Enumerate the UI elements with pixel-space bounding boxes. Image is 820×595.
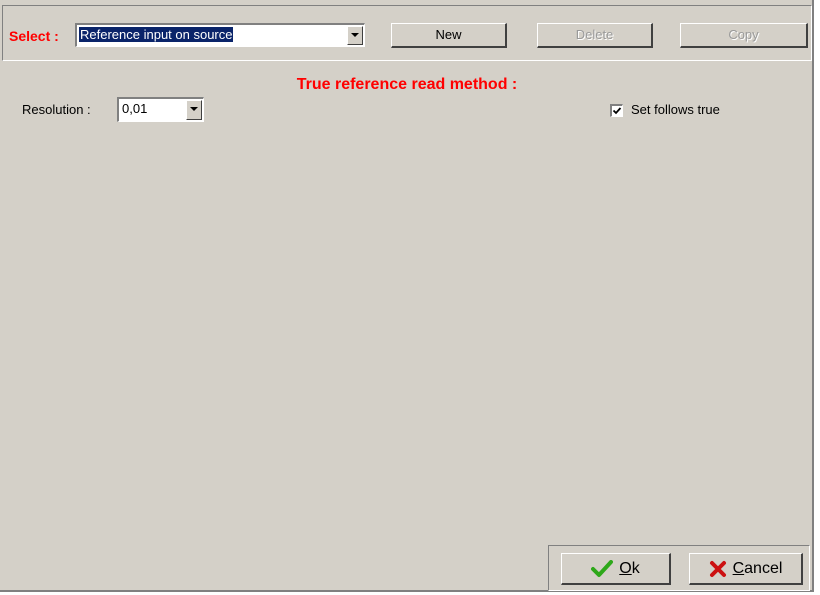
page-title: True reference read method : [296,76,518,93]
checkmark-icon [591,559,614,577]
chevron-down-icon[interactable] [186,100,202,120]
ok-button-label: Ok [619,559,640,577]
delete-button[interactable]: Delete [537,23,653,48]
set-follows-true-label: Set follows true [631,102,720,117]
close-icon [709,560,726,577]
select-label: Select : [9,28,59,44]
select-value: Reference input on source [79,27,234,42]
new-button[interactable]: New [391,23,507,48]
cancel-button[interactable]: Cancel [689,553,803,585]
toolbar: Select : Reference input on source New D… [2,5,812,61]
dialog-window: Select : Reference input on source New D… [0,0,814,592]
ok-button[interactable]: Ok [561,553,671,585]
delete-button-label: Delete [575,27,614,42]
resolution-label: Resolution : [22,102,91,117]
footer-button-group: Ok Cancel [548,545,810,591]
set-follows-true-checkbox[interactable] [610,104,623,117]
copy-button-label: Copy [728,27,759,42]
resolution-value: 0,01 [122,101,148,116]
checkmark-icon [612,107,622,115]
chevron-down-icon[interactable] [347,26,363,45]
select-dropdown[interactable]: Reference input on source [75,23,365,47]
copy-button[interactable]: Copy [680,23,808,48]
cancel-button-label: Cancel [732,559,783,577]
new-button-label: New [435,27,462,42]
resolution-dropdown[interactable]: 0,01 [117,97,204,122]
